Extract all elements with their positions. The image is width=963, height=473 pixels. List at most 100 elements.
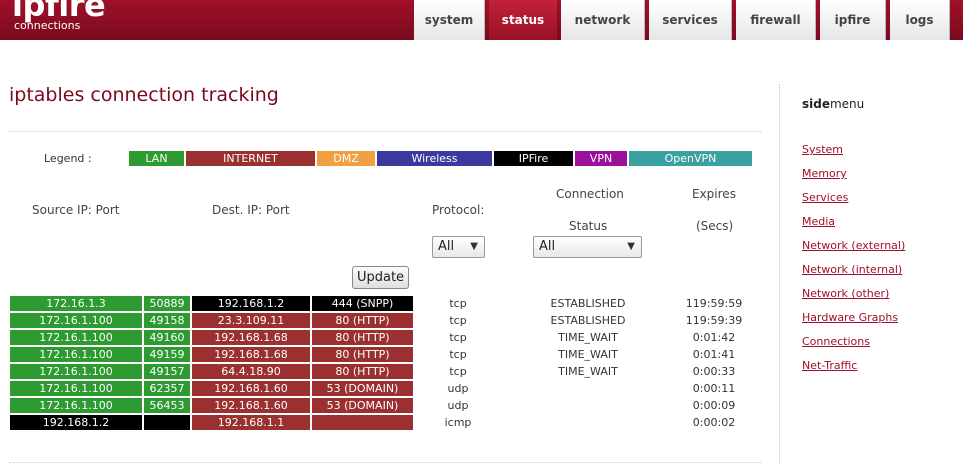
expires-cell: 119:59:39 (685, 314, 743, 327)
src-ip-cell: 172.16.1.100 (10, 330, 142, 345)
src-ip-cell: 172.16.1.3 (10, 296, 142, 311)
protocol-select-value: All (438, 239, 455, 254)
expires-cell: 0:01:41 (692, 348, 736, 361)
sidemenu-link-network-internal[interactable]: Network (internal) (802, 263, 902, 276)
secs-header: (Secs) (696, 219, 734, 233)
legend-lan: LAN (129, 151, 184, 166)
expires-cell: 119:59:59 (685, 297, 743, 310)
dst-ip-cell: 192.168.1.68 (192, 330, 310, 345)
dst-ip-cell: 64.4.18.90 (192, 364, 310, 379)
protocol-cell: icmp (444, 416, 472, 429)
expires-cell: 0:00:09 (692, 399, 736, 412)
title-divider (9, 131, 761, 132)
bottom-divider (9, 462, 761, 463)
sidemenu-link-memory[interactable]: Memory (802, 167, 847, 180)
sidemenu-link-system[interactable]: System (802, 143, 843, 156)
source-ip-port-header: Source IP: Port (32, 203, 120, 217)
page-subtitle: connections (14, 19, 81, 32)
header-bar: ipfire connections system status network se… (0, 0, 963, 40)
protocol-cell: udp (447, 382, 469, 395)
sidemenu-title: sidemenu (802, 97, 864, 111)
dst-ip-cell: 192.168.1.60 (192, 398, 310, 413)
src-ip-cell: 172.16.1.100 (10, 313, 142, 328)
protocol-header: Protocol: (432, 203, 485, 217)
src-ip-cell: 172.16.1.100 (10, 347, 142, 362)
sidemenu-link-hardware-graphs[interactable]: Hardware Graphs (802, 311, 898, 324)
status-cell (530, 415, 646, 430)
src-port-cell: 49159 (144, 347, 190, 362)
tab-status[interactable]: status (489, 0, 557, 40)
chevron-down-icon: ▼ (470, 241, 478, 252)
status-cell (530, 381, 646, 396)
status-header: Status (569, 219, 608, 233)
dest-ip-port-header: Dest. IP: Port (212, 203, 290, 217)
protocol-cell: tcp (449, 314, 467, 327)
src-ip-cell: 172.16.1.100 (10, 381, 142, 396)
sidemenu-link-services[interactable]: Services (802, 191, 848, 204)
tab-network[interactable]: network (561, 0, 645, 40)
sidemenu-link-network-other[interactable]: Network (other) (802, 287, 889, 300)
sidemenu-link-network-external[interactable]: Network (external) (802, 239, 905, 252)
src-port-cell: 49160 (144, 330, 190, 345)
sidemenu-title-bold: side (802, 97, 830, 111)
tab-services[interactable]: services (649, 0, 732, 40)
src-port-cell: 56453 (144, 398, 190, 413)
src-port-cell: 49158 (144, 313, 190, 328)
dst-ip-cell: 192.168.1.1 (192, 415, 310, 430)
legend-vpn: VPN (575, 151, 627, 166)
protocol-select[interactable]: All ▼ (432, 236, 485, 258)
src-port-cell: 62357 (144, 381, 190, 396)
protocol-cell: udp (447, 399, 469, 412)
protocol-cell: tcp (449, 331, 467, 344)
dst-ip-cell: 192.168.1.68 (192, 347, 310, 362)
page-title: iptables connection tracking (9, 84, 279, 106)
dst-port-cell: 80 (HTTP) (312, 364, 413, 379)
tab-ipfire[interactable]: ipfire (820, 0, 886, 40)
legend-label: Legend : (44, 152, 92, 165)
status-cell: TIME_WAIT (558, 331, 618, 344)
connection-header: Connection (556, 187, 624, 201)
legend-dmz: DMZ (317, 151, 375, 166)
expires-cell: 0:00:11 (692, 382, 736, 395)
expires-cell: 0:00:02 (692, 416, 736, 429)
legend-wireless: Wireless (377, 151, 492, 166)
dst-ip-cell: 192.168.1.2 (192, 296, 310, 311)
status-cell: TIME_WAIT (558, 348, 618, 361)
sidemenu-link-media[interactable]: Media (802, 215, 835, 228)
legend-ipfire: IPFire (494, 151, 573, 166)
status-cell (530, 398, 646, 413)
src-ip-cell: 172.16.1.100 (10, 398, 142, 413)
tab-logs[interactable]: logs (890, 0, 950, 40)
dst-port-cell (312, 415, 413, 430)
sidemenu-link-connections[interactable]: Connections (802, 335, 870, 348)
status-cell: ESTABLISHED (550, 314, 626, 327)
protocol-cell: tcp (449, 365, 467, 378)
src-ip-cell: 172.16.1.100 (10, 364, 142, 379)
dst-port-cell: 444 (SNPP) (312, 296, 413, 311)
src-port-cell: 49157 (144, 364, 190, 379)
update-button[interactable]: Update (352, 266, 409, 289)
status-select[interactable]: All ▼ (533, 236, 642, 258)
dst-port-cell: 80 (HTTP) (312, 313, 413, 328)
main-nav: system status network services firewall ipfir… (414, 0, 954, 40)
legend-openvpn: OpenVPN (629, 151, 752, 166)
expires-header: Expires (692, 187, 736, 201)
sidemenu-link-net-traffic[interactable]: Net-Traffic (802, 359, 857, 372)
status-select-value: All (539, 239, 556, 254)
tab-firewall[interactable]: firewall (736, 0, 816, 40)
legend-internet: INTERNET (186, 151, 315, 166)
tab-system[interactable]: system (414, 0, 485, 40)
chevron-down-icon: ▼ (627, 241, 635, 252)
src-port-cell (144, 415, 190, 430)
dst-port-cell: 80 (HTTP) (312, 330, 413, 345)
expires-cell: 0:00:33 (692, 365, 736, 378)
dst-port-cell: 53 (DOMAIN) (312, 381, 413, 396)
dst-port-cell: 53 (DOMAIN) (312, 398, 413, 413)
dst-ip-cell: 23.3.109.11 (192, 313, 310, 328)
src-port-cell: 50889 (144, 296, 190, 311)
expires-cell: 0:01:42 (692, 331, 736, 344)
status-cell: ESTABLISHED (550, 297, 626, 310)
protocol-cell: tcp (449, 297, 467, 310)
dst-port-cell: 80 (HTTP) (312, 347, 413, 362)
protocol-cell: tcp (449, 348, 467, 361)
